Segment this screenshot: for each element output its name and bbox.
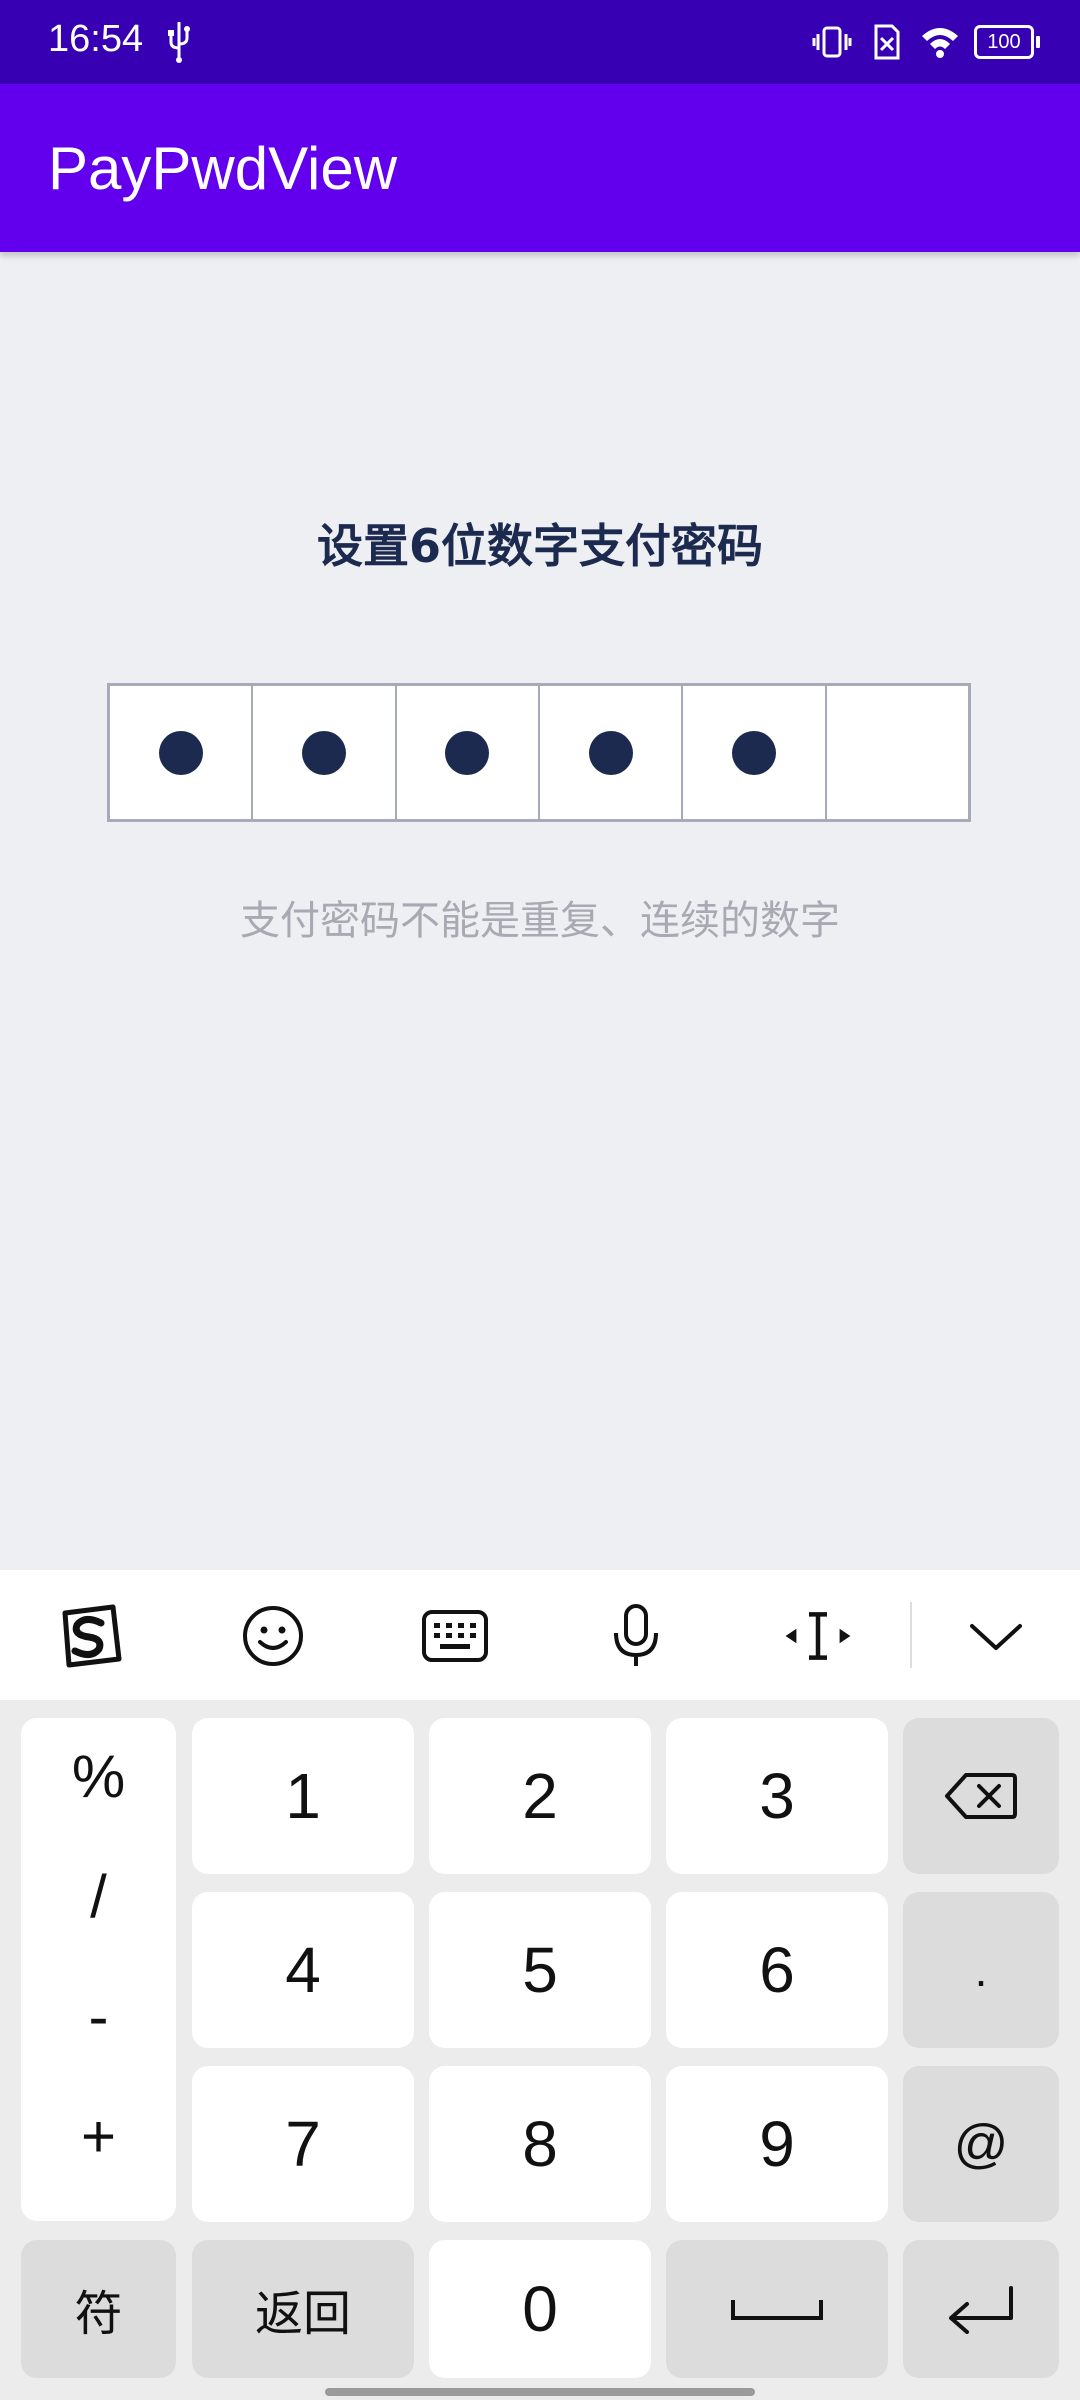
key-dot[interactable]: . [903, 1892, 1059, 2048]
pin-cell [110, 686, 254, 819]
pin-dot [445, 730, 490, 775]
key-5[interactable]: 5 [429, 1892, 651, 2048]
microphone-icon[interactable] [600, 1600, 672, 1672]
password-input[interactable] [107, 683, 971, 822]
vibrate-icon [812, 26, 852, 58]
app-bar: PayPwdView [0, 84, 1080, 252]
sogou-logo-icon[interactable] [54, 1600, 126, 1672]
pin-dot [301, 730, 346, 775]
backspace-key[interactable] [903, 1718, 1059, 1874]
key-8[interactable]: 8 [429, 2066, 651, 2222]
usb-icon [168, 22, 190, 63]
key-6[interactable]: 6 [666, 1892, 888, 2048]
pin-cell [397, 686, 540, 819]
wifi-icon [922, 28, 958, 58]
status-bar: 16:54 100 [0, 0, 1080, 84]
key-percent[interactable]: % [21, 1742, 176, 1811]
toolbar-divider [910, 1602, 912, 1668]
collapse-keyboard-icon[interactable] [960, 1600, 1032, 1672]
pin-cell [540, 686, 684, 819]
enter-icon [949, 2286, 1013, 2334]
cursor-move-icon[interactable] [782, 1600, 854, 1672]
key-minus[interactable]: - [21, 1982, 176, 2051]
app-title: PayPwdView [48, 135, 398, 202]
symbol-key[interactable]: 符 [21, 2240, 176, 2378]
pin-cell [683, 686, 827, 819]
key-0[interactable]: 0 [429, 2240, 651, 2378]
pin-dot [588, 730, 633, 775]
key-4[interactable]: 4 [192, 1892, 414, 2048]
password-hint: 支付密码不能是重复、连续的数字 [240, 898, 840, 944]
pin-dot [158, 730, 203, 775]
enter-key[interactable] [903, 2240, 1059, 2378]
pin-dot [731, 730, 776, 775]
back-key[interactable]: 返回 [192, 2240, 414, 2378]
emoji-icon[interactable] [237, 1600, 309, 1672]
home-indicator[interactable] [325, 2388, 755, 2396]
pin-cell [253, 686, 397, 819]
key-plus[interactable]: + [21, 2102, 176, 2171]
key-at[interactable]: @ [903, 2066, 1059, 2222]
pin-cell [827, 686, 968, 819]
key-2[interactable]: 2 [429, 1718, 651, 1874]
keyboard-toolbar [0, 1570, 1080, 1700]
keyboard-icon[interactable] [419, 1600, 491, 1672]
space-key[interactable] [666, 2240, 888, 2378]
battery-icon: 100 [974, 25, 1040, 59]
key-slash[interactable]: / [21, 1862, 176, 1931]
key-7[interactable]: 7 [192, 2066, 414, 2222]
status-time: 16:54 [48, 18, 144, 60]
key-1[interactable]: 1 [192, 1718, 414, 1874]
key-9[interactable]: 9 [666, 2066, 888, 2222]
backspace-icon [945, 1773, 1017, 1819]
key-3[interactable]: 3 [666, 1718, 888, 1874]
space-icon [731, 2300, 823, 2320]
symbol-column[interactable]: % / - + [21, 1718, 176, 2221]
no-sim-icon [874, 24, 900, 60]
page-heading: 设置6位数字支付密码 [316, 519, 763, 573]
